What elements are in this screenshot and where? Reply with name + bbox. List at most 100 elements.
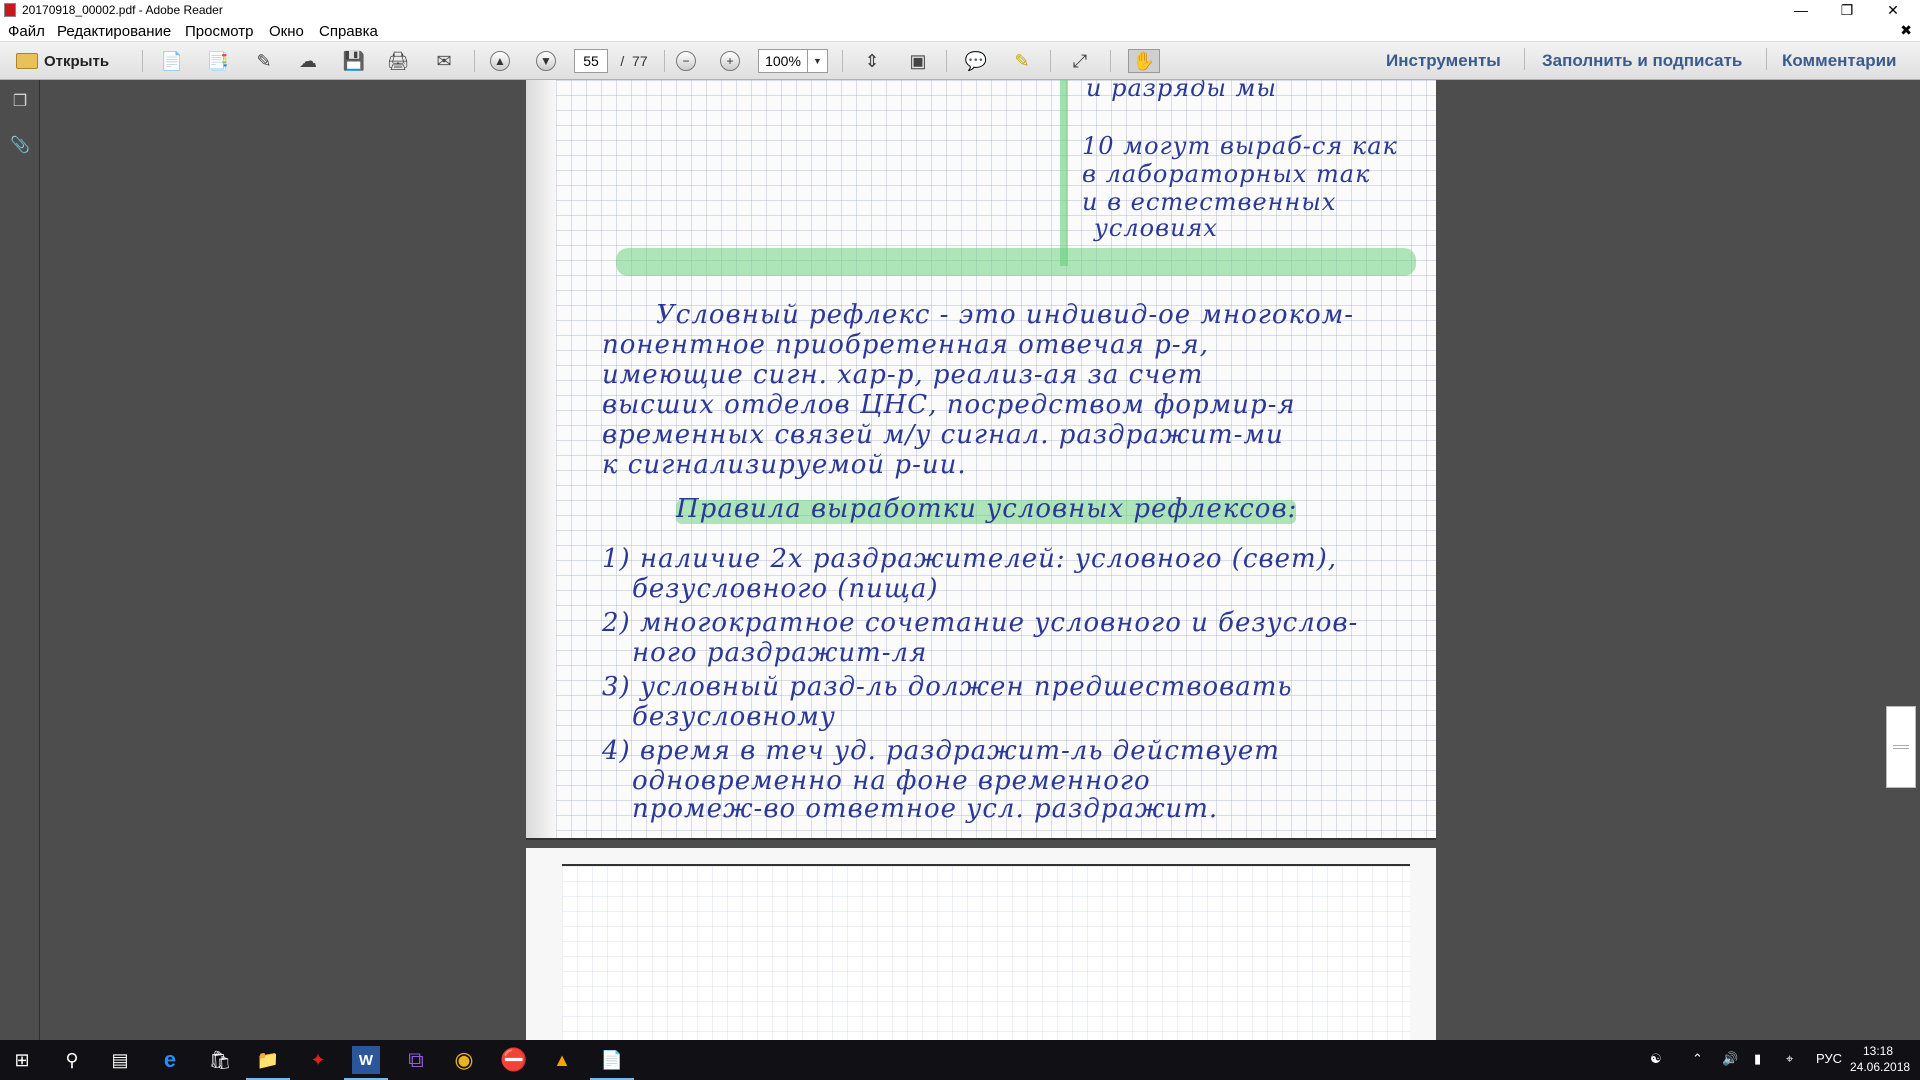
tools-button[interactable]: Инструменты <box>1386 51 1501 71</box>
rule-3-line-2: безусловному <box>632 702 836 732</box>
hand-tool-icon[interactable]: ✋ <box>1128 49 1160 73</box>
toolbar-divider <box>946 50 947 72</box>
export-pdf-icon[interactable]: 📑 <box>204 49 232 73</box>
menu-edit[interactable]: Редактирование <box>57 23 171 40</box>
app-warning-icon[interactable]: ▲ <box>548 1046 576 1074</box>
clock[interactable]: 13:18 24.06.2018 <box>1850 1043 1911 1075</box>
window-title: 20170918_00002.pdf - Adobe Reader <box>22 3 223 17</box>
print-icon[interactable]: 🖨 <box>384 49 412 73</box>
arrow-down-icon: ▼ <box>536 51 556 71</box>
app-stop-icon[interactable]: ⛔ <box>500 1046 528 1074</box>
network-icon[interactable]: ⌖ <box>1786 1051 1793 1067</box>
paragraph-line-5: временных связей м/у сигнал. раздражит-м… <box>602 420 1284 450</box>
pdf-page-next <box>526 848 1436 1040</box>
close-document-icon[interactable]: ✖ <box>1900 22 1912 39</box>
zoom-out-button[interactable]: − <box>676 49 696 73</box>
previous-page-button[interactable]: ▲ <box>490 49 510 73</box>
fill-sign-button[interactable]: Заполнить и подписать <box>1542 51 1742 71</box>
note-line-3: и в естественных <box>1082 188 1337 216</box>
highlight-icon[interactable]: ✎ <box>1008 49 1036 73</box>
battery-icon[interactable]: ▮ <box>1754 1051 1761 1067</box>
fullscreen-icon[interactable]: ⤢ <box>1066 49 1094 73</box>
note-line-2: в лабораторных так <box>1082 160 1371 188</box>
paragraph-line-6: к сигнализируемой р-ии. <box>602 450 967 480</box>
word-icon[interactable]: W <box>344 1046 388 1080</box>
menu-help[interactable]: Справка <box>319 23 378 40</box>
clock-time: 13:18 <box>1862 1044 1894 1058</box>
taskbar: ⊞ ⚲ ▤ e 🛍 📁 ✦ W ⧉ ◉ ⛔ ▲ 📄 ☯ ⌃ 🔊 ▮ ⌖ РУС … <box>0 1040 1920 1080</box>
pdf-page-current: и разряды мы 10 могут выраб-ся как в лаб… <box>526 80 1436 840</box>
menu-file[interactable]: Файл <box>8 23 45 40</box>
toolbar-divider <box>1524 48 1525 70</box>
zoom-dropdown-button[interactable]: ▼ <box>808 49 828 73</box>
restore-button[interactable]: ❐ <box>1824 0 1870 20</box>
next-page-button[interactable]: ▼ <box>536 49 556 73</box>
green-marker-line <box>1060 80 1068 266</box>
open-button[interactable]: Открыть <box>10 49 130 73</box>
paragraph-line-3: имеющие сигн. хар-р, реализ-ая за счет <box>602 360 1204 390</box>
note-line-4: условиях <box>1094 214 1218 242</box>
minimize-button[interactable]: — <box>1778 0 1824 20</box>
file-explorer-icon[interactable]: 📁 <box>246 1046 290 1080</box>
paragraph-line-2: понентное приобретенная отвечая р-я, <box>602 330 1209 360</box>
toolbar-divider <box>1050 50 1051 72</box>
menu-bar: Файл Редактирование Просмотр Окно Справк… <box>0 20 1920 42</box>
toolbar-divider <box>664 50 665 72</box>
zoom-input[interactable]: 100% <box>758 49 808 73</box>
toolbar-divider <box>1766 48 1767 70</box>
chrome-icon[interactable]: ◉ <box>450 1046 478 1074</box>
start-windows-icon[interactable]: ⊞ <box>8 1046 36 1074</box>
rule-1-line-1: 1) наличие 2х раздражителей: условного (… <box>602 544 1338 574</box>
minus-icon: − <box>676 51 696 71</box>
toolbar-divider <box>842 50 843 72</box>
toolbar-divider <box>142 50 143 72</box>
rule-4-line-3: промеж-во ответное усл. раздражит. <box>632 794 1219 824</box>
close-button[interactable]: ✕ <box>1870 0 1916 20</box>
title-bar: 20170918_00002.pdf - Adobe Reader — ❐ ✕ <box>0 0 1920 20</box>
zoom-in-button[interactable]: + <box>720 49 740 73</box>
plus-icon: + <box>720 51 740 71</box>
app-red-icon[interactable]: ✦ <box>304 1046 332 1074</box>
grid-paper <box>562 866 1410 1040</box>
edit-pdf-icon[interactable]: ✎ <box>250 49 278 73</box>
volume-icon[interactable]: 🔊 <box>1722 1051 1738 1067</box>
page-total: 77 <box>632 53 648 69</box>
rule-2-line-2: ного раздражит-ля <box>632 638 928 668</box>
comments-button[interactable]: Комментарии <box>1782 51 1896 71</box>
adobe-reader-taskbar-icon[interactable]: 📄 <box>590 1046 634 1080</box>
page-number-input[interactable]: 55 <box>574 49 608 73</box>
people-icon[interactable]: ☯ <box>1650 1051 1662 1067</box>
scroll-thumb[interactable] <box>1886 706 1916 788</box>
email-icon[interactable]: ✉ <box>430 49 458 73</box>
toolbar-divider <box>1110 50 1111 72</box>
store-icon[interactable]: 🛍 <box>206 1046 234 1074</box>
toolbar: Открыть 📄 📑 ✎ ☁ 💾 🖨 ✉ ▲ ▼ 55 / 77 − + 10… <box>0 42 1920 80</box>
open-button-label: Открыть <box>44 52 110 70</box>
attachments-icon[interactable]: 📎 <box>10 134 30 156</box>
search-icon[interactable]: ⚲ <box>58 1046 86 1074</box>
comment-icon[interactable]: 💬 <box>962 49 990 73</box>
menu-window[interactable]: Окно <box>269 23 304 40</box>
visual-studio-icon[interactable]: ⧉ <box>402 1046 430 1074</box>
menu-view[interactable]: Просмотр <box>185 23 254 40</box>
rule-2-line-1: 2) многократное сочетание условного и бе… <box>602 608 1359 638</box>
tray-expand-icon[interactable]: ⌃ <box>1692 1051 1703 1067</box>
create-pdf-icon[interactable]: 📄 <box>158 49 186 73</box>
edge-browser-icon[interactable]: e <box>156 1046 184 1074</box>
arrow-up-icon: ▲ <box>490 51 510 71</box>
clock-date: 24.06.2018 <box>1850 1060 1911 1074</box>
fit-page-icon[interactable]: ⇕ <box>858 49 886 73</box>
pages-panel-icon[interactable]: ❐ <box>10 90 30 112</box>
rule-3-line-1: 3) условный разд-ль должен предшествоват… <box>602 672 1293 702</box>
cloud-upload-icon[interactable]: ☁ <box>294 49 322 73</box>
rule-4-line-2: одновременно на фоне временного <box>632 766 1151 796</box>
adobe-reader-icon <box>4 3 16 17</box>
handwritten-top-line: и разряды мы <box>1086 80 1277 102</box>
save-icon[interactable]: 💾 <box>340 49 368 73</box>
green-marker-wave <box>616 248 1416 276</box>
rules-heading: Правила выработки условных рефлексов: <box>676 494 1298 524</box>
input-language[interactable]: РУС <box>1816 1051 1842 1066</box>
rule-1-line-2: безусловного (пища) <box>632 574 939 604</box>
task-view-icon[interactable]: ▤ <box>106 1046 134 1074</box>
fit-width-icon[interactable]: ▣ <box>904 49 932 73</box>
